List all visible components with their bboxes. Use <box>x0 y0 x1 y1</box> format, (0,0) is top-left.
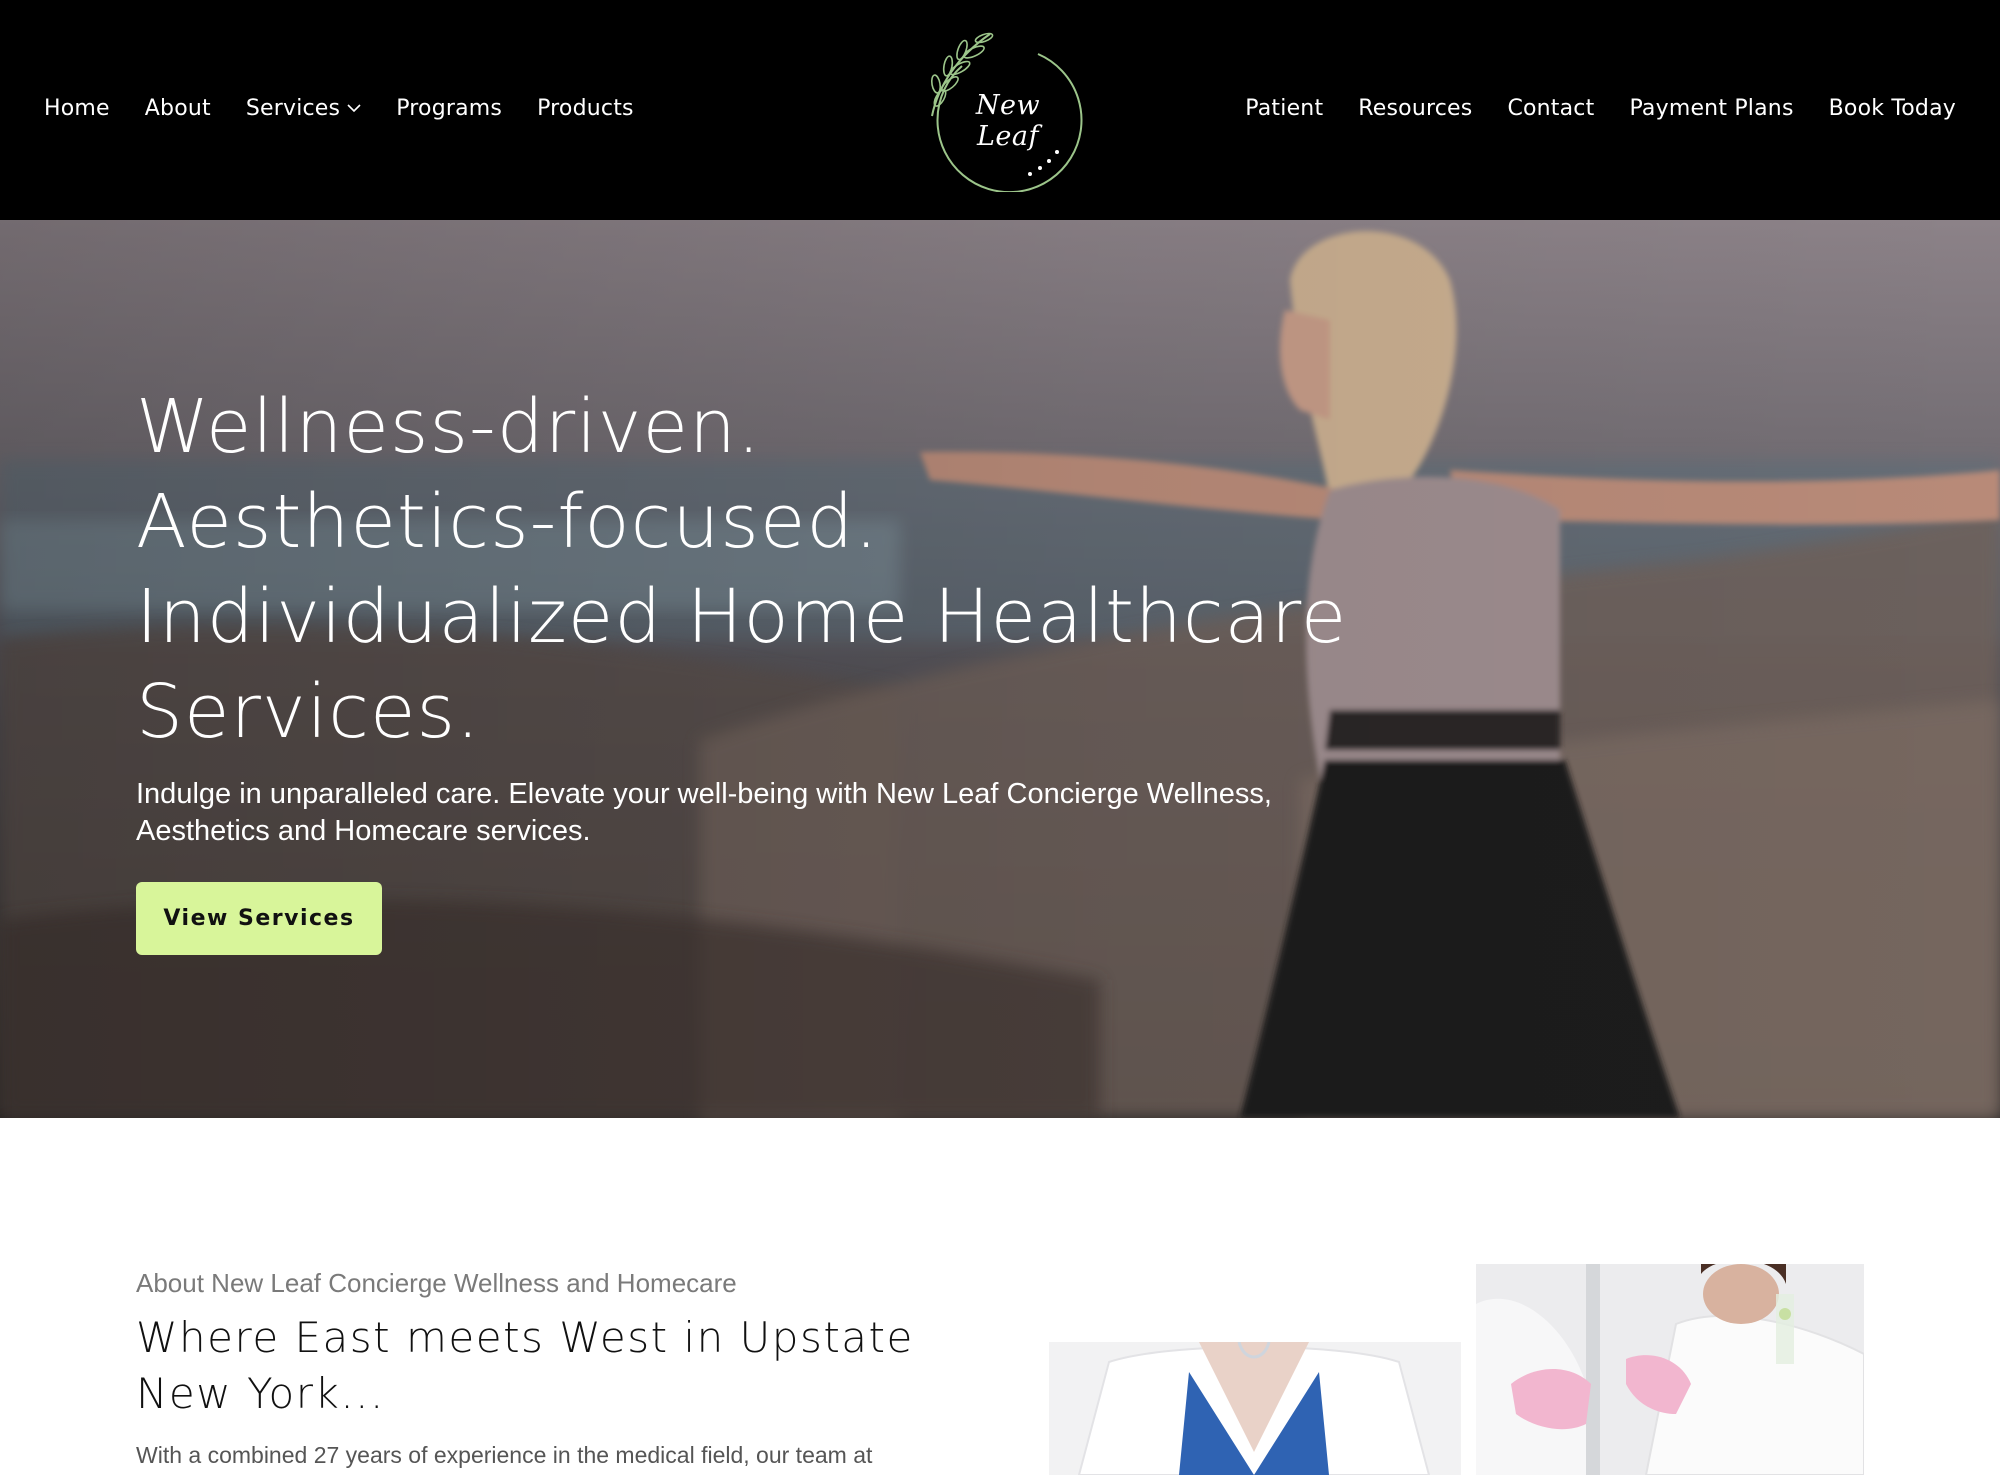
about-body-text: With a combined 27 years of experience i… <box>136 1442 873 1468</box>
primary-nav-left: Home About Services Programs Products <box>44 88 669 128</box>
nav-products-label: Products <box>537 95 634 121</box>
hero-headline-line-3: Individualized Home Healthcare <box>136 574 1348 660</box>
view-services-button[interactable]: View Services <box>136 882 382 955</box>
hero-section: Wellness-driven. Aesthetics-focused. Ind… <box>0 220 2000 1118</box>
hero-headline: Wellness-driven. Aesthetics-focused. Ind… <box>136 380 1348 760</box>
hero-headline-line-2: Aesthetics-focused. <box>136 479 879 565</box>
hero-headline-line-1: Wellness-driven. <box>136 384 762 470</box>
site-header: Home About Services Programs Products Ne… <box>0 0 2000 220</box>
nav-services-dropdown[interactable]: Services <box>246 96 361 121</box>
nav-home-label: Home <box>44 95 110 121</box>
nav-products-link[interactable]: Products <box>537 96 634 121</box>
nav-home-link[interactable]: Home <box>44 96 110 121</box>
nav-about-link[interactable]: About <box>145 96 211 121</box>
nav-programs-label: Programs <box>396 95 503 121</box>
nav-contact-label: Contact <box>1507 95 1595 121</box>
nav-about-label: About <box>144 95 211 121</box>
logo-wordmark: New Leaf <box>975 90 1041 152</box>
nav-book-today-label: Book Today <box>1828 95 1956 121</box>
site-logo[interactable]: New Leaf <box>918 26 1084 194</box>
nav-payment-plans-link[interactable]: Payment Plans <box>1629 96 1793 121</box>
about-eyebrow: About New Leaf Concierge Wellness and Ho… <box>136 1268 737 1298</box>
nav-patient-label: Patient <box>1245 95 1324 121</box>
nav-patient-link[interactable]: Patient <box>1245 96 1323 121</box>
nav-services-label: Services <box>245 95 341 121</box>
nav-book-today-link[interactable]: Book Today <box>1829 96 1956 121</box>
hero-subtext: Indulge in unparalleled care. Elevate yo… <box>136 778 1272 847</box>
nav-resources-link[interactable]: Resources <box>1358 96 1472 121</box>
nav-resources-label: Resources <box>1358 95 1473 121</box>
nav-contact-link[interactable]: Contact <box>1507 96 1594 121</box>
iv-therapy-photo <box>1476 1264 1864 1475</box>
doctor-photo <box>1049 1342 1461 1475</box>
primary-nav-right: Patient Resources Contact Payment Plans … <box>1210 88 1956 128</box>
chevron-down-icon <box>347 103 361 113</box>
about-title: Where East meets West in Upstate New Yor… <box>136 1313 914 1418</box>
nav-programs-link[interactable]: Programs <box>396 96 502 121</box>
hero-headline-line-4: Services. <box>136 669 481 755</box>
nav-payment-plans-label: Payment Plans <box>1629 95 1794 121</box>
